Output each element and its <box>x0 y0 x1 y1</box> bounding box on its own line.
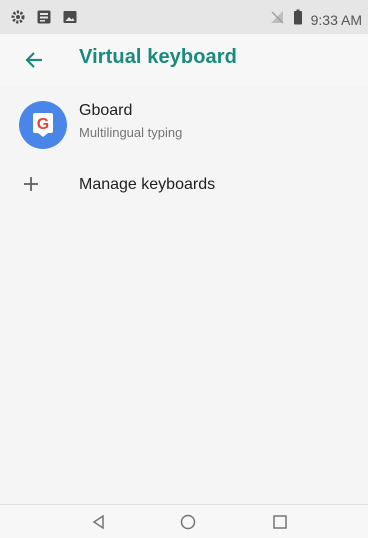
svg-text:G: G <box>37 116 49 133</box>
settings-icon <box>10 9 26 25</box>
app-bar: Virtual keyboard <box>0 34 368 86</box>
nav-home-button[interactable] <box>176 511 200 533</box>
image-icon <box>62 9 78 25</box>
manage-keyboards-label: Manage keyboards <box>79 176 216 193</box>
status-time: 9:33 AM <box>310 11 362 28</box>
status-bar: 9:33 AM <box>0 0 368 34</box>
gboard-subtitle: Multilingual typing <box>79 125 183 140</box>
arrow-left-icon <box>25 52 42 68</box>
gboard-title: Gboard <box>79 102 133 119</box>
battery-icon <box>293 9 303 30</box>
sim-card-icon <box>36 9 52 25</box>
back-triangle-icon <box>92 514 104 530</box>
status-left-icons <box>10 9 78 25</box>
no-signal-icon <box>269 9 285 30</box>
list-item-gboard[interactable]: G Gboard Multilingual typing <box>0 92 368 150</box>
nav-recents-button[interactable] <box>268 511 292 533</box>
home-circle-icon <box>180 514 196 530</box>
back-button[interactable] <box>18 45 50 75</box>
manage-keyboards-item[interactable]: Manage keyboards <box>0 166 368 206</box>
gboard-icon: G <box>19 101 67 149</box>
plus-icon <box>24 177 38 191</box>
navigation-bar <box>0 504 368 538</box>
recents-square-icon <box>273 515 287 529</box>
nav-back-button[interactable] <box>87 511 111 533</box>
status-right-icons: 9:33 AM <box>269 9 362 30</box>
page-title: Virtual keyboard <box>79 46 237 68</box>
keyboard-list: G Gboard Multilingual typing Manage keyb… <box>0 86 368 504</box>
